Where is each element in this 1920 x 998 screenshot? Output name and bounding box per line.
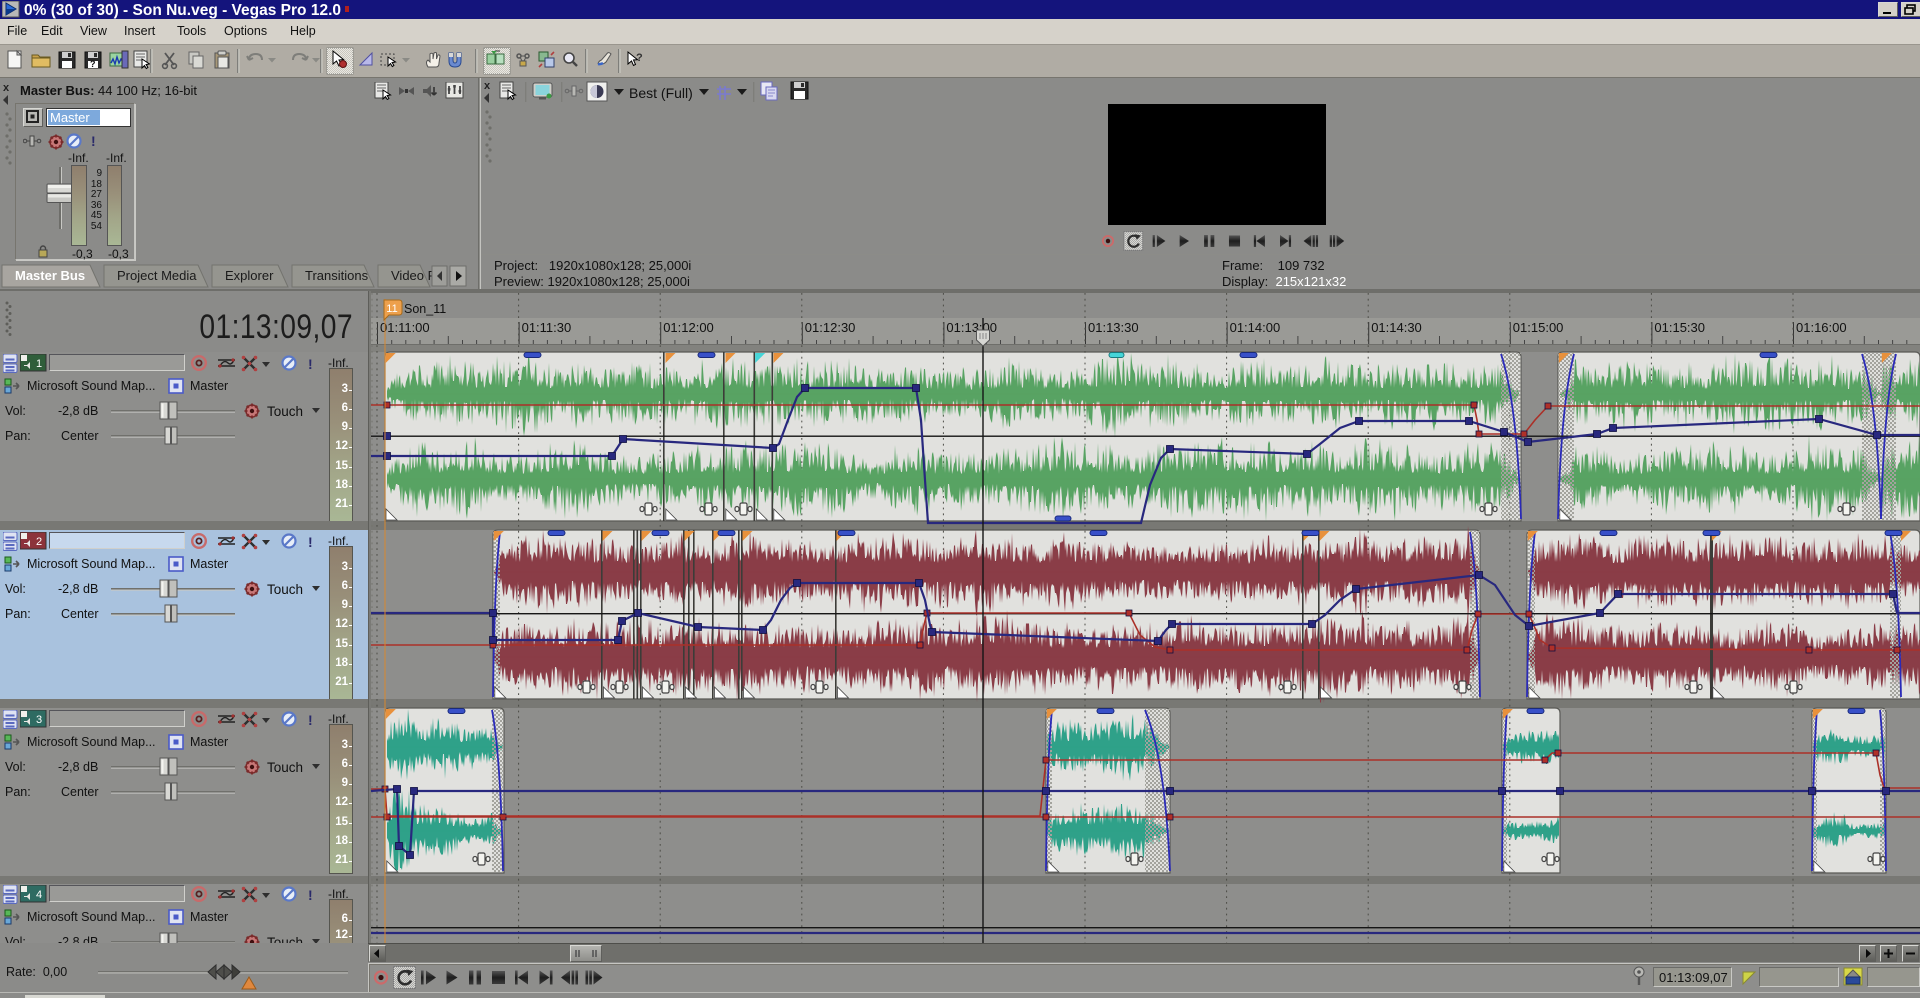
svg-text:Son_11: Son_11 [404, 302, 446, 316]
svg-text:Project Media: Project Media [117, 268, 197, 283]
svg-text:Best (Full): Best (Full) [629, 85, 693, 101]
svg-text:!: ! [91, 133, 96, 149]
svg-text:01:15:00: 01:15:00 [1513, 320, 1564, 335]
svg-text:Transitions: Transitions [305, 268, 369, 283]
svg-text:?: ? [636, 52, 643, 64]
svg-text:01:16:00: 01:16:00 [1796, 320, 1847, 335]
svg-text:11: 11 [386, 303, 397, 315]
svg-text:01:14:30: 01:14:30 [1371, 320, 1422, 335]
svg-text:Master Bus: Master Bus [15, 268, 85, 283]
svg-text:01:12:00: 01:12:00 [663, 320, 714, 335]
svg-text:01:13:30: 01:13:30 [1088, 320, 1139, 335]
svg-text:01:12:30: 01:12:30 [805, 320, 856, 335]
svg-text:01:14:00: 01:14:00 [1230, 320, 1281, 335]
svg-text:?: ? [90, 59, 96, 69]
svg-text:01:15:30: 01:15:30 [1654, 320, 1705, 335]
svg-text:Video F: Video F [391, 268, 436, 283]
svg-text:Explorer: Explorer [225, 268, 274, 283]
svg-text:01:11:30: 01:11:30 [522, 320, 572, 335]
svg-text:01:11:00: 01:11:00 [380, 320, 430, 335]
